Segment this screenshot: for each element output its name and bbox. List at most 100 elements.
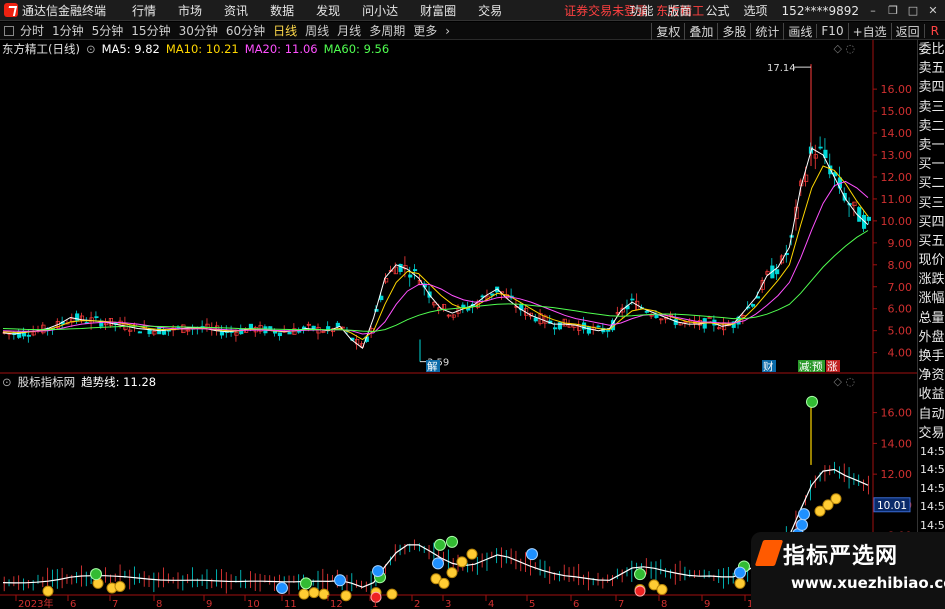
side-panel-item[interactable]: 交易 xyxy=(918,424,945,443)
chevron-right-icon[interactable]: › xyxy=(445,24,450,38)
close-icon[interactable]: ✕ xyxy=(925,4,941,18)
period-intraday[interactable]: 分时 xyxy=(20,22,44,39)
candle-body xyxy=(813,154,818,159)
time-tick-label: 7 xyxy=(618,599,624,609)
side-panel-item: 涨跌 xyxy=(918,272,945,288)
buy-signal-icon xyxy=(634,568,646,581)
watermark-url: www.xuezhibiao.com xyxy=(791,574,945,592)
period-1min[interactable]: 1分钟 xyxy=(52,22,84,39)
coin-icon xyxy=(438,577,450,589)
event-marker-label: 涨 xyxy=(827,361,838,373)
warning-signal-icon xyxy=(634,585,646,597)
title-bar: 通达信金融终端 行情 市场 资讯 数据 发现 问小达 财富圈 交易 证券交易未登… xyxy=(0,0,945,21)
side-panel-item[interactable]: 自动 xyxy=(918,405,945,424)
menu-item-formula[interactable]: 公式 xyxy=(706,2,730,19)
candle-body xyxy=(234,331,239,336)
candle-body xyxy=(857,207,862,222)
coin-icon xyxy=(298,588,310,600)
event-marker-label: 解 xyxy=(427,360,438,373)
tick-time: 14:56 xyxy=(920,481,945,495)
coin-icon xyxy=(466,548,478,560)
candle-body xyxy=(31,331,36,336)
minimize-icon[interactable]: – xyxy=(865,4,881,18)
menu-item-data[interactable]: 数据 xyxy=(270,2,294,19)
period-weekly[interactable]: 周线 xyxy=(305,22,329,39)
coin-icon xyxy=(734,577,746,589)
menu-item-discover[interactable]: 发现 xyxy=(316,2,340,19)
period-more[interactable]: 更多 xyxy=(413,22,437,39)
watermark-logo-icon xyxy=(754,540,784,566)
coin-icon xyxy=(42,585,54,597)
multi-stock-button[interactable]: 多股 xyxy=(717,22,750,40)
period-monthly[interactable]: 月线 xyxy=(337,22,361,39)
statistics-button[interactable]: 统计 xyxy=(750,22,783,40)
period-toolbar: 分时 1分钟 5分钟 15分钟 30分钟 60分钟 日线 周线 月线 多周期 更… xyxy=(0,22,945,40)
time-tick-label: 11 xyxy=(284,599,297,609)
back-button[interactable]: 返回 xyxy=(890,22,924,40)
r-indicator[interactable]: R xyxy=(923,24,945,38)
period-15min[interactable]: 15分钟 xyxy=(131,22,170,39)
candle-body xyxy=(852,201,857,206)
kline-chart[interactable]: 17.143.59解财减持预涨 4.005.006.007.008.009.00… xyxy=(0,40,917,609)
tick-time: 14:56 xyxy=(920,463,945,477)
restore-icon[interactable]: ❐ xyxy=(885,4,901,18)
time-tick-label: 5 xyxy=(529,599,535,609)
draw-line-button[interactable]: 画线 xyxy=(783,22,816,40)
candle-body xyxy=(446,314,451,317)
adjust-button[interactable]: 复权 xyxy=(651,22,684,40)
period-multi[interactable]: 多周期 xyxy=(369,22,405,39)
side-panel-item: 买四 xyxy=(918,214,945,230)
time-tick-label: 6 xyxy=(573,599,579,609)
app-title: 通达信金融终端 xyxy=(22,3,107,18)
side-panel-item: 外盘 xyxy=(918,329,945,345)
buy-signal-icon xyxy=(434,538,446,551)
sell-signal-icon xyxy=(796,518,808,531)
menu-item-ask[interactable]: 问小达 xyxy=(362,2,398,19)
candle-body xyxy=(248,323,253,329)
menu-item-market[interactable]: 市场 xyxy=(178,2,202,19)
menu-item-layout[interactable]: 版面 xyxy=(668,2,692,19)
price-tick-label: 5.00 xyxy=(888,325,913,338)
sell-signal-icon xyxy=(276,582,288,594)
period-daily[interactable]: 日线 xyxy=(273,22,297,39)
candle-body xyxy=(277,332,282,337)
period-60min[interactable]: 60分钟 xyxy=(226,22,265,39)
menu-item-options[interactable]: 选项 xyxy=(744,2,768,19)
user-account[interactable]: 152****9892 xyxy=(782,4,859,18)
app-logo-icon xyxy=(4,3,18,17)
f10-button[interactable]: F10 xyxy=(816,24,847,38)
candle-body xyxy=(649,314,654,317)
candlestick-series xyxy=(2,64,871,362)
panel-toggle-icon[interactable] xyxy=(4,25,14,36)
candle-body xyxy=(26,334,31,337)
candle-body xyxy=(326,326,331,330)
menu-item-trade[interactable]: 交易 xyxy=(478,2,502,19)
time-tick-label: 12 xyxy=(330,599,343,609)
price-tick-label: 12.00 xyxy=(881,171,913,184)
add-watchlist-button[interactable]: +自选 xyxy=(847,22,891,40)
candle-body xyxy=(408,274,413,278)
sell-signal-icon xyxy=(432,557,444,570)
time-tick-label: 2 xyxy=(414,599,420,609)
candle-body xyxy=(186,329,191,332)
coin-icon xyxy=(386,588,398,600)
time-tick-label: 6 xyxy=(70,599,76,609)
candle-body xyxy=(306,323,311,326)
overlay-button[interactable]: 叠加 xyxy=(684,22,717,40)
candle-body xyxy=(707,317,712,319)
candle-body xyxy=(866,216,871,221)
menu-item-news[interactable]: 资讯 xyxy=(224,2,248,19)
period-30min[interactable]: 30分钟 xyxy=(179,22,218,39)
candle-body xyxy=(393,266,398,275)
menu-item-wealth[interactable]: 财富圈 xyxy=(420,2,456,19)
price-tick-label: 16.00 xyxy=(881,83,913,96)
price-tick-label: 9.00 xyxy=(888,237,913,250)
sell-signal-icon xyxy=(334,574,346,587)
maximize-icon[interactable]: □ xyxy=(905,4,921,18)
menu-item-function[interactable]: 功能 xyxy=(629,2,653,19)
side-panel-item: 卖五 xyxy=(918,61,945,77)
menu-item-quotes[interactable]: 行情 xyxy=(132,2,156,19)
period-5min[interactable]: 5分钟 xyxy=(92,22,124,39)
time-tick-label: 10 xyxy=(247,599,260,609)
event-markers: 17.143.59解财减持预涨 xyxy=(420,63,840,373)
